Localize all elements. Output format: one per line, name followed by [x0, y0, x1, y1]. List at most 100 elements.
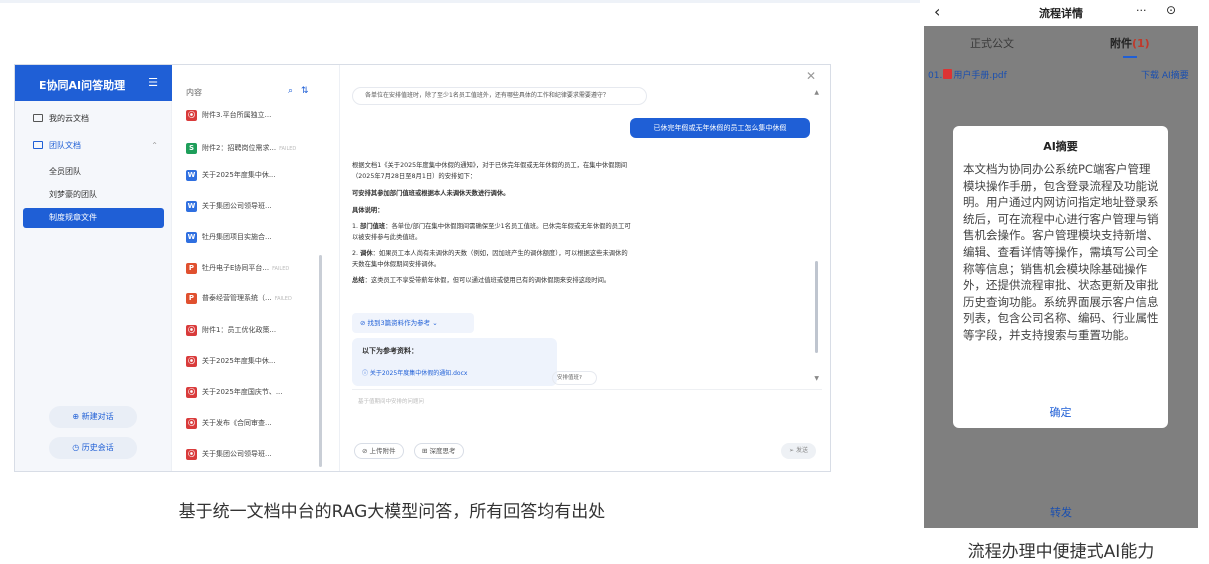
suggested-question[interactable]: 安排值班? — [552, 371, 597, 385]
confirm-button[interactable]: 确定 — [953, 404, 1168, 420]
upload-button[interactable]: ⊘ 上传附件 — [354, 443, 404, 459]
list-item-label: 牡丹电子E协同平台... — [202, 264, 270, 272]
page: E协同AI问答助理 ☰ 我的云文档 团队文档 ⌃ 全员团队 刘梦豪的团队 制度规… — [0, 0, 1209, 564]
modal-body: 本文档为协同办公系统PC端客户管理模块操作手册，包含登录流程及功能说明。用户通过… — [963, 162, 1159, 342]
nav-team-docs[interactable]: 团队文档 ⌃ — [15, 136, 172, 156]
pdf-file-icon: ⦿ — [186, 449, 197, 460]
sort-icon[interactable]: ⇅ — [301, 86, 317, 96]
chat-panel: ✕ ▲ 各单位在安排值班时，除了至少1名员工值班外，还有哪些具体的工作和纪律要求… — [340, 65, 830, 471]
pdf-file-icon: ⦿ — [186, 110, 197, 121]
references-title: 以下为参考资料： — [362, 347, 418, 355]
folder-icon — [33, 114, 43, 122]
answer-point-1: 1. 部门值班：各单位/部门在集中休假期间需确保至少1名员工值班。已休完年假或无… — [352, 223, 631, 241]
nav-liu-team[interactable]: 刘梦豪的团队 — [15, 185, 172, 205]
reference-link[interactable]: ⓘ 关于2025年度集中休假的通知.docx — [362, 368, 467, 377]
sidebar: E协同AI问答助理 ☰ 我的云文档 团队文档 ⌃ 全员团队 刘梦豪的团队 制度规… — [15, 65, 172, 471]
status-badge: FAILED — [279, 146, 297, 152]
target-icon[interactable]: ⊙ — [1166, 3, 1176, 17]
list-scrollbar[interactable] — [319, 255, 322, 467]
word-file-icon: W — [186, 201, 197, 212]
list-item[interactable]: ⦿ 关于2025年度国庆节、... — [186, 385, 334, 399]
top-band — [0, 0, 920, 3]
pdf-file-icon: ⦿ — [186, 387, 197, 398]
list-item[interactable]: ⦿ 附件3.平台所属独立... — [186, 108, 334, 122]
folder-icon — [33, 141, 43, 149]
mobile-tabs: 正式公文 附件(1) — [924, 26, 1198, 62]
ai-summary-link[interactable]: AI摘要 — [1162, 71, 1189, 81]
list-item[interactable]: W 关于集团公司领导班... — [186, 199, 334, 213]
desktop-screenshot: E协同AI问答助理 ☰ 我的云文档 团队文档 ⌃ 全员团队 刘梦豪的团队 制度规… — [14, 64, 831, 472]
list-item[interactable]: ⦿ 关于2025年度集中休... — [186, 354, 334, 368]
send-button[interactable]: ➢ 发送 — [781, 443, 816, 459]
chat-scrollbar[interactable] — [815, 261, 818, 353]
document-list: 内容 ⌕⇅ ⦿ 附件3.平台所属独立... S 附件2：招聘岗位需求... FAILED… — [172, 65, 340, 471]
list-item[interactable]: ⦿ 关于集团公司领导班... — [186, 447, 334, 461]
list-header: 内容 — [186, 88, 202, 97]
scroll-down-arrow[interactable]: ▼ — [814, 375, 819, 382]
list-item[interactable]: P 牡丹电子E协同平台... FAILED — [186, 261, 334, 275]
list-item-label: 牡丹集团项目实施合... — [202, 233, 272, 241]
list-item[interactable]: S 附件2：招聘岗位需求... FAILED — [186, 141, 334, 155]
forward-button[interactable]: 转发 — [924, 504, 1198, 520]
scroll-up-arrow[interactable]: ▲ — [814, 89, 819, 96]
answer-intro: 根据文档1《关于2025年度集中休假的通知》，对于已休完年假或无年休假的员工，在… — [352, 162, 628, 180]
menu-icon[interactable]: ☰ — [148, 76, 158, 89]
pdf-file-icon: ⦿ — [186, 325, 197, 336]
attachment-row[interactable]: 01. 用户手册.pdf — [928, 68, 1007, 81]
close-icon[interactable]: ✕ — [806, 69, 816, 83]
list-item[interactable]: P 普泰经营管理系统（... FAILED — [186, 291, 334, 305]
deep-think-button[interactable]: ⊞ 深度思考 — [414, 443, 464, 459]
nav-all-teams[interactable]: 全员团队 — [15, 162, 172, 182]
mobile-screenshot: ‹ 流程详情 ··· ⊙ 正式公文 附件(1) 01. 用户手册.pdf 下载 A… — [924, 0, 1198, 528]
mobile-caption: 流程办理中便捷式AI能力 — [967, 542, 1155, 562]
references-box: 以下为参考资料： ⓘ 关于2025年度集中休假的通知.docx — [352, 338, 557, 386]
pdf-icon — [943, 69, 953, 79]
new-chat-button[interactable]: ⊕ 新建对话 — [49, 406, 137, 428]
mobile-title: 流程详情 — [1039, 7, 1083, 20]
list-item[interactable]: ⦿ 关于发布《合同审查... — [186, 416, 334, 430]
search-icon[interactable]: ⌕ — [288, 86, 301, 96]
sheet-file-icon: S — [186, 143, 197, 154]
list-item-label: 附件3.平台所属独立... — [202, 111, 272, 119]
tab-official-doc[interactable]: 正式公文 — [970, 35, 1014, 51]
download-link[interactable]: 下载 — [1141, 71, 1159, 81]
desktop-caption: 基于统一文档中台的RAG大模型问答，所有回答均有出处 — [178, 502, 606, 522]
nav-policy-docs[interactable]: 制度规章文件 — [23, 208, 164, 228]
brand-header: E协同AI问答助理 ☰ — [15, 65, 172, 101]
pdf-file-icon: ⦿ — [186, 356, 197, 367]
ppt-file-icon: P — [186, 263, 197, 274]
word-file-icon: W — [186, 170, 197, 181]
history-button[interactable]: ◷ 历史会话 — [49, 437, 137, 459]
tab-attachments[interactable]: 附件(1) — [1110, 35, 1150, 51]
chevron-up-icon: ⌃ — [151, 141, 158, 150]
user-question-bubble: 已休完年假或无年休假的员工怎么集中休假 — [630, 118, 810, 138]
attachment-actions: 下载 AI摘要 — [1141, 68, 1189, 81]
list-item-label: 附件2：招聘岗位需求... — [202, 144, 277, 152]
list-tools: ⌕⇅ — [288, 86, 317, 96]
list-item-label: 关于2025年度集中休... — [202, 171, 276, 179]
ai-summary-modal: AI摘要 本文档为协同办公系统PC端客户管理模块操作手册，包含登录流程及功能说明… — [953, 126, 1168, 428]
status-badge: FAILED — [274, 296, 292, 302]
references-toggle[interactable]: ⊘ 找到3篇资料作为参考 ⌄ — [352, 313, 474, 333]
answer-point-2: 2. 调休：如果员工本人尚有未调休的天数（例如，因加班产生的调休额度），可以根据… — [352, 250, 628, 268]
tab-underline — [1123, 56, 1137, 58]
answer-conclusion: 可安排其参加部门值班或根据本人未调休天数进行调休。 — [352, 190, 510, 197]
nav-my-cloud[interactable]: 我的云文档 — [15, 109, 172, 129]
list-item-label: 附件1：员工优化政策... — [202, 326, 277, 334]
list-item-label: 关于2025年度国庆节、... — [202, 388, 283, 396]
list-item-label: 关于集团公司领导班... — [202, 202, 272, 210]
answer-summary: 总结：这类员工不享受带薪年休假，但可以通过值班或使用已有的调休假期来安排这段时间… — [352, 277, 611, 284]
more-icon[interactable]: ··· — [1136, 4, 1147, 17]
chat-input[interactable]: 基于值期间中安排的问题问 — [358, 397, 424, 405]
list-item[interactable]: W 牡丹集团项目实施合... — [186, 230, 334, 244]
modal-title: AI摘要 — [1043, 140, 1078, 153]
list-item[interactable]: ⦿ 附件1：员工优化政策... — [186, 323, 334, 337]
brand-title: E协同AI问答助理 — [39, 79, 126, 92]
list-item-label: 关于发布《合同审查... — [202, 419, 272, 427]
list-item-label: 普泰经营管理系统（... — [202, 294, 272, 302]
list-item-label: 关于2025年度集中休... — [202, 357, 276, 365]
previous-question[interactable]: 各单位在安排值班时，除了至少1名员工值班外，还有哪些具体的工作和纪律要求需要遵守… — [352, 87, 647, 105]
list-item[interactable]: W 关于2025年度集中休... — [186, 168, 334, 182]
status-badge: FAILED — [272, 266, 290, 272]
input-divider — [352, 389, 822, 390]
